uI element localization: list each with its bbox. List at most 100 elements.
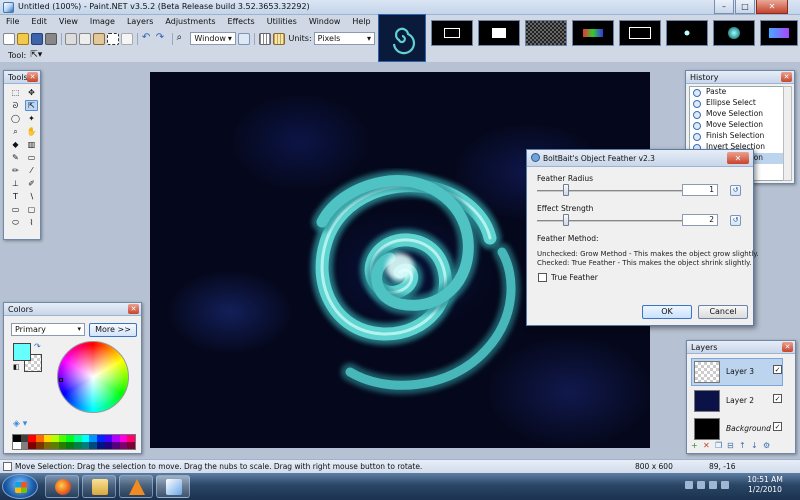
color-picker-tool-icon[interactable]: ⁄ — [25, 165, 38, 176]
palette-swatch[interactable] — [13, 435, 21, 442]
palette-swatch[interactable] — [43, 442, 52, 449]
dialog-close-button[interactable]: ✕ — [727, 152, 749, 164]
image-tab-2[interactable] — [431, 20, 473, 46]
layer-visibility-checkbox[interactable]: ✓ — [773, 394, 782, 403]
minimize-button[interactable]: – — [714, 0, 734, 14]
taskbar-paintnet[interactable] — [156, 475, 190, 498]
color-wheel-cursor[interactable] — [59, 378, 63, 382]
menu-view[interactable]: View — [53, 15, 84, 29]
palette-swatch[interactable] — [13, 442, 21, 449]
ellipse-tool-icon[interactable]: ⬭ — [9, 217, 22, 228]
palette-swatch[interactable] — [66, 442, 74, 449]
image-tab-7[interactable] — [666, 20, 708, 46]
zoom-tool-icon[interactable]: ⌕ — [9, 126, 22, 137]
undo-icon[interactable]: ↶ — [142, 32, 154, 45]
palette-swatch[interactable] — [66, 435, 74, 442]
palette-swatch[interactable] — [20, 442, 29, 449]
image-tab-9[interactable] — [760, 20, 798, 46]
effect-strength-input[interactable]: 2 — [682, 214, 718, 226]
history-scrollbar[interactable] — [783, 86, 792, 181]
redo-icon[interactable]: ↷ — [156, 32, 168, 45]
text-tool-icon[interactable]: T — [9, 191, 22, 202]
start-button[interactable] — [2, 474, 38, 499]
swap-colors-icon[interactable]: ↷ — [34, 342, 41, 351]
paste-icon[interactable] — [93, 32, 106, 45]
grid-icon[interactable] — [258, 32, 271, 45]
palette-swatch[interactable] — [96, 442, 105, 449]
palette-swatch[interactable] — [104, 435, 113, 442]
open-folder-icon[interactable] — [16, 32, 29, 45]
paint-bucket-tool-icon[interactable]: ◆ — [9, 139, 22, 150]
rounded-rectangle-tool-icon[interactable]: ▢ — [25, 204, 38, 215]
move-selected-tool-icon[interactable]: ✥ — [25, 87, 38, 98]
palette-swatch[interactable] — [127, 442, 135, 449]
tray-network-icon[interactable] — [697, 481, 705, 489]
save-disk-icon[interactable] — [30, 32, 43, 45]
line-curve-tool-icon[interactable]: ∖ — [25, 191, 38, 202]
feather-radius-slider[interactable] — [537, 184, 697, 196]
palette-swatch[interactable] — [28, 442, 36, 449]
menu-layers[interactable]: Layers — [121, 15, 159, 29]
layer-visibility-checkbox[interactable]: ✓ — [773, 422, 782, 431]
ellipse-select-tool-icon[interactable]: ◯ — [9, 113, 22, 124]
add-layer-icon[interactable]: + — [691, 441, 700, 450]
duplicate-layer-icon[interactable]: ❐ — [715, 441, 724, 450]
image-tab-4[interactable] — [525, 20, 567, 46]
palette-swatch[interactable] — [127, 435, 135, 442]
rectangle-select-tool-icon[interactable]: ⬚ — [9, 87, 22, 98]
close-icon[interactable]: ✕ — [781, 72, 792, 82]
image-tab-5[interactable] — [572, 20, 614, 46]
palette-swatch[interactable] — [35, 442, 44, 449]
palette-swatch[interactable] — [112, 435, 120, 442]
reset-feather-radius-icon[interactable]: ↺ — [730, 185, 741, 196]
palette-swatch[interactable] — [35, 435, 44, 442]
clone-stamp-tool-icon[interactable]: ⊥ — [9, 178, 22, 189]
ok-button[interactable]: OK — [642, 305, 692, 319]
menu-utilities[interactable]: Utilities — [261, 15, 303, 29]
taskbar-firefox[interactable] — [45, 475, 79, 498]
menu-image[interactable]: Image — [84, 15, 121, 29]
move-selection-tool-icon[interactable]: ⇱ — [25, 100, 38, 111]
units-select[interactable]: Pixels ▾ — [313, 32, 375, 45]
lasso-select-tool-icon[interactable]: ᘐ — [9, 100, 22, 111]
image-tab-8[interactable] — [713, 20, 755, 46]
ruler-icon[interactable] — [272, 32, 285, 45]
move-layer-down-icon[interactable]: ↓ — [751, 441, 760, 450]
primary-color-swatch[interactable] — [13, 343, 31, 361]
palette-swatch[interactable] — [96, 435, 105, 442]
paintbrush-tool-icon[interactable]: ✎ — [9, 152, 22, 163]
copy-icon[interactable] — [79, 32, 92, 45]
palette-swatch[interactable] — [74, 435, 82, 442]
palette-swatch[interactable] — [89, 435, 97, 442]
palette-swatch[interactable] — [104, 442, 113, 449]
palette-swatch[interactable] — [20, 435, 29, 442]
zoom-icon[interactable]: ⌕ — [177, 32, 189, 45]
color-mode-select[interactable]: Primary ▾ — [11, 323, 85, 336]
crop-to-selection-icon[interactable] — [107, 32, 119, 45]
taskbar-explorer[interactable] — [82, 475, 116, 498]
menu-edit[interactable]: Edit — [25, 15, 53, 29]
image-tab-3[interactable] — [478, 20, 520, 46]
tray-flag-icon[interactable] — [685, 481, 693, 489]
palette-swatch[interactable] — [28, 435, 36, 442]
palette-swatch[interactable] — [119, 435, 128, 442]
gradient-tool-icon[interactable]: ▥ — [25, 139, 38, 150]
rectangle-tool-icon[interactable]: ▭ — [9, 204, 22, 215]
palette-swatch[interactable] — [58, 442, 67, 449]
pencil-tool-icon[interactable]: ✏ — [9, 165, 22, 176]
new-file-icon[interactable] — [3, 32, 15, 45]
palette-swatch[interactable] — [112, 442, 120, 449]
reset-colors-icon[interactable]: ◧ — [13, 363, 20, 371]
taskbar-clock[interactable]: 10:51 AM 1/2/2010 — [745, 475, 785, 495]
history-item[interactable]: Move Selection — [690, 109, 783, 120]
close-icon[interactable]: ✕ — [782, 342, 793, 352]
true-feather-checkbox[interactable] — [538, 273, 547, 282]
tray-volume-icon[interactable] — [709, 481, 717, 489]
menu-adjustments[interactable]: Adjustments — [159, 15, 221, 29]
layer-row-layer-2[interactable]: Layer 2 ✓ — [691, 387, 783, 415]
menu-help[interactable]: Help — [346, 15, 376, 29]
layer-row-layer-3[interactable]: Layer 3 ✓ — [691, 358, 783, 386]
layer-visibility-checkbox[interactable]: ✓ — [773, 365, 782, 374]
cancel-button[interactable]: Cancel — [698, 305, 748, 319]
tray-power-icon[interactable] — [721, 481, 729, 489]
